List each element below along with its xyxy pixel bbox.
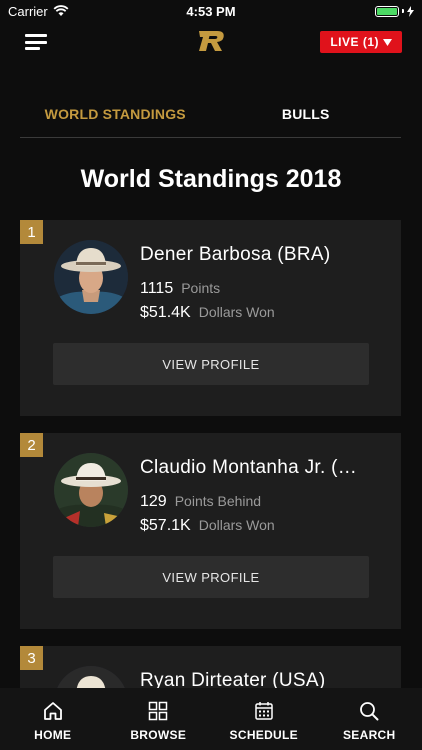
bottom-tab-bar: HOME BROWSE SCHEDULE SEARCH xyxy=(0,688,422,750)
live-label: LIVE (1) xyxy=(330,35,379,49)
brand-logo-icon xyxy=(199,31,224,51)
standings-tabs: WORLD STANDINGS BULLS xyxy=(20,92,401,138)
earnings-value: $51.4K xyxy=(140,304,191,321)
rank-badge: 3 xyxy=(20,646,43,670)
tab-bulls[interactable]: BULLS xyxy=(211,92,402,137)
rider-name: Claudio Montanha Jr. (… xyxy=(140,457,358,478)
status-bar: Carrier 4:53 PM xyxy=(0,0,422,22)
tab-world-standings[interactable]: WORLD STANDINGS xyxy=(20,92,211,137)
nav-home-label: HOME xyxy=(34,728,72,742)
rider-avatar xyxy=(54,666,128,688)
rider-avatar xyxy=(54,240,128,314)
view-profile-button[interactable]: VIEW PROFILE xyxy=(53,556,369,598)
nav-browse-label: BROWSE xyxy=(130,728,187,742)
page-title: World Standings 2018 xyxy=(80,165,342,193)
nav-home[interactable]: HOME xyxy=(8,700,98,742)
earnings-label: Dollars Won xyxy=(198,304,275,320)
points-value: 1115 xyxy=(140,280,174,297)
rank-badge: 1 xyxy=(20,220,43,244)
rider-name: Dener Barbosa (BRA) xyxy=(140,244,331,265)
grid-icon xyxy=(149,701,168,721)
app-header: LIVE (1) xyxy=(0,22,422,62)
rank-badge: 2 xyxy=(20,433,43,457)
rider-name: Ryan Dirteater (USA) xyxy=(140,670,326,688)
earnings-row: $51.4K Dollars Won xyxy=(140,304,275,322)
calendar-icon xyxy=(255,702,273,720)
nav-search-label: SEARCH xyxy=(343,728,396,742)
points-label: Points xyxy=(181,280,221,296)
status-time: 4:53 PM xyxy=(186,4,236,19)
nav-browse[interactable]: BROWSE xyxy=(113,700,203,742)
caret-down-icon xyxy=(383,38,392,46)
points-row: 1115 Points xyxy=(140,280,220,298)
rider-card: 1 Dener Barbosa (BRA) 1115 Points $51.4K… xyxy=(20,220,401,416)
earnings-label: Dollars Won xyxy=(198,517,275,533)
search-icon xyxy=(360,702,379,721)
points-behind-label: Points Behind xyxy=(174,493,262,509)
nav-schedule-label: SCHEDULE xyxy=(229,728,298,742)
earnings-row: $57.1K Dollars Won xyxy=(140,517,275,535)
points-behind-row: 129 Points Behind xyxy=(140,493,261,511)
nav-schedule[interactable]: SCHEDULE xyxy=(219,700,309,742)
view-profile-button[interactable]: VIEW PROFILE xyxy=(53,343,369,385)
home-icon xyxy=(43,702,62,720)
rider-card: 2 Claudio Montanha Jr. (… 129 Points Beh… xyxy=(20,433,401,629)
rider-avatar xyxy=(54,453,128,527)
live-events-button[interactable]: LIVE (1) xyxy=(320,31,402,53)
rider-card: 3 Ryan Dirteater (USA) xyxy=(20,646,401,688)
earnings-value: $57.1K xyxy=(140,517,191,534)
nav-search[interactable]: SEARCH xyxy=(324,700,414,742)
hamburger-menu-icon[interactable] xyxy=(25,34,47,50)
points-behind-value: 129 xyxy=(140,493,167,510)
